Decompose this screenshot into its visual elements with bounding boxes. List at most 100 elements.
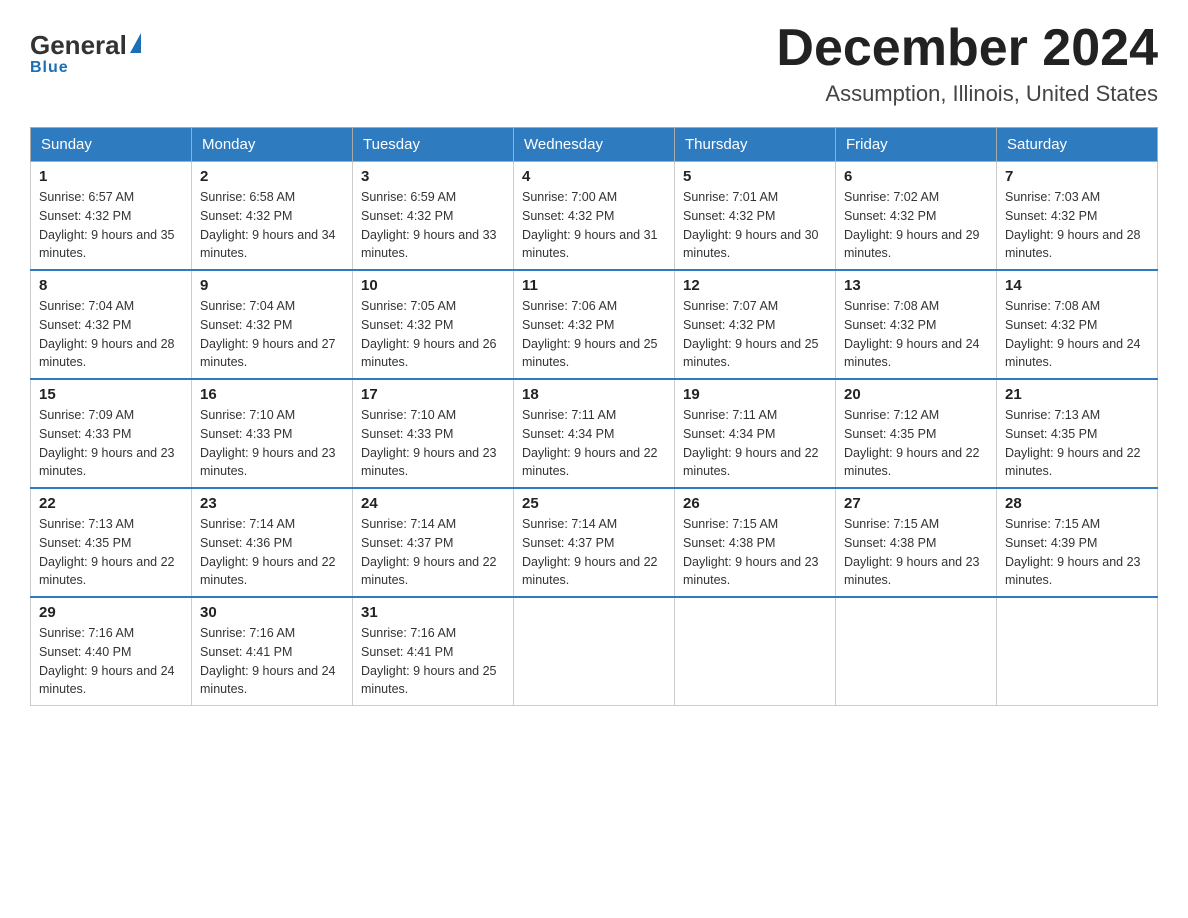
day-info: Sunrise: 7:14 AM Sunset: 4:36 PM Dayligh… xyxy=(200,515,344,590)
calendar-cell: 3 Sunrise: 6:59 AM Sunset: 4:32 PM Dayli… xyxy=(353,162,514,271)
calendar-cell: 2 Sunrise: 6:58 AM Sunset: 4:32 PM Dayli… xyxy=(192,162,353,271)
day-info: Sunrise: 7:12 AM Sunset: 4:35 PM Dayligh… xyxy=(844,406,988,481)
calendar-cell: 24 Sunrise: 7:14 AM Sunset: 4:37 PM Dayl… xyxy=(353,488,514,597)
day-info: Sunrise: 7:15 AM Sunset: 4:38 PM Dayligh… xyxy=(844,515,988,590)
weekday-header-wednesday: Wednesday xyxy=(514,128,675,162)
calendar-week-row: 29 Sunrise: 7:16 AM Sunset: 4:40 PM Dayl… xyxy=(31,597,1158,706)
day-info: Sunrise: 7:16 AM Sunset: 4:40 PM Dayligh… xyxy=(39,624,183,699)
day-info: Sunrise: 7:06 AM Sunset: 4:32 PM Dayligh… xyxy=(522,297,666,372)
day-info: Sunrise: 7:08 AM Sunset: 4:32 PM Dayligh… xyxy=(844,297,988,372)
day-number: 2 xyxy=(200,168,344,185)
day-number: 21 xyxy=(1005,386,1149,403)
calendar-cell xyxy=(514,597,675,706)
calendar-cell: 30 Sunrise: 7:16 AM Sunset: 4:41 PM Dayl… xyxy=(192,597,353,706)
calendar-cell: 19 Sunrise: 7:11 AM Sunset: 4:34 PM Dayl… xyxy=(675,379,836,488)
location: Assumption, Illinois, United States xyxy=(776,81,1158,107)
calendar-cell: 14 Sunrise: 7:08 AM Sunset: 4:32 PM Dayl… xyxy=(997,270,1158,379)
weekday-header-sunday: Sunday xyxy=(31,128,192,162)
day-number: 16 xyxy=(200,386,344,403)
calendar-cell: 27 Sunrise: 7:15 AM Sunset: 4:38 PM Dayl… xyxy=(836,488,997,597)
weekday-header-thursday: Thursday xyxy=(675,128,836,162)
day-info: Sunrise: 7:10 AM Sunset: 4:33 PM Dayligh… xyxy=(200,406,344,481)
calendar-cell: 21 Sunrise: 7:13 AM Sunset: 4:35 PM Dayl… xyxy=(997,379,1158,488)
calendar-cell: 6 Sunrise: 7:02 AM Sunset: 4:32 PM Dayli… xyxy=(836,162,997,271)
day-number: 24 xyxy=(361,495,505,512)
calendar-cell: 26 Sunrise: 7:15 AM Sunset: 4:38 PM Dayl… xyxy=(675,488,836,597)
calendar-cell: 28 Sunrise: 7:15 AM Sunset: 4:39 PM Dayl… xyxy=(997,488,1158,597)
day-number: 9 xyxy=(200,277,344,294)
day-info: Sunrise: 7:14 AM Sunset: 4:37 PM Dayligh… xyxy=(361,515,505,590)
calendar-cell xyxy=(836,597,997,706)
day-number: 15 xyxy=(39,386,183,403)
day-info: Sunrise: 7:14 AM Sunset: 4:37 PM Dayligh… xyxy=(522,515,666,590)
weekday-header-monday: Monday xyxy=(192,128,353,162)
day-number: 12 xyxy=(683,277,827,294)
day-number: 4 xyxy=(522,168,666,185)
day-info: Sunrise: 7:11 AM Sunset: 4:34 PM Dayligh… xyxy=(683,406,827,481)
weekday-header-saturday: Saturday xyxy=(997,128,1158,162)
calendar-week-row: 22 Sunrise: 7:13 AM Sunset: 4:35 PM Dayl… xyxy=(31,488,1158,597)
calendar-cell xyxy=(675,597,836,706)
day-info: Sunrise: 7:05 AM Sunset: 4:32 PM Dayligh… xyxy=(361,297,505,372)
calendar-cell: 25 Sunrise: 7:14 AM Sunset: 4:37 PM Dayl… xyxy=(514,488,675,597)
day-info: Sunrise: 7:13 AM Sunset: 4:35 PM Dayligh… xyxy=(39,515,183,590)
day-info: Sunrise: 7:01 AM Sunset: 4:32 PM Dayligh… xyxy=(683,188,827,263)
month-title: December 2024 xyxy=(776,20,1158,77)
day-number: 7 xyxy=(1005,168,1149,185)
calendar-week-row: 8 Sunrise: 7:04 AM Sunset: 4:32 PM Dayli… xyxy=(31,270,1158,379)
day-info: Sunrise: 6:59 AM Sunset: 4:32 PM Dayligh… xyxy=(361,188,505,263)
calendar-cell: 17 Sunrise: 7:10 AM Sunset: 4:33 PM Dayl… xyxy=(353,379,514,488)
day-info: Sunrise: 6:58 AM Sunset: 4:32 PM Dayligh… xyxy=(200,188,344,263)
weekday-header-row: SundayMondayTuesdayWednesdayThursdayFrid… xyxy=(31,128,1158,162)
day-info: Sunrise: 7:13 AM Sunset: 4:35 PM Dayligh… xyxy=(1005,406,1149,481)
header: General Blue December 2024 Assumption, I… xyxy=(30,20,1158,107)
calendar-cell: 20 Sunrise: 7:12 AM Sunset: 4:35 PM Dayl… xyxy=(836,379,997,488)
day-number: 19 xyxy=(683,386,827,403)
day-info: Sunrise: 7:11 AM Sunset: 4:34 PM Dayligh… xyxy=(522,406,666,481)
calendar-cell: 16 Sunrise: 7:10 AM Sunset: 4:33 PM Dayl… xyxy=(192,379,353,488)
day-info: Sunrise: 7:16 AM Sunset: 4:41 PM Dayligh… xyxy=(200,624,344,699)
day-number: 17 xyxy=(361,386,505,403)
day-number: 23 xyxy=(200,495,344,512)
day-number: 11 xyxy=(522,277,666,294)
calendar-cell: 22 Sunrise: 7:13 AM Sunset: 4:35 PM Dayl… xyxy=(31,488,192,597)
day-info: Sunrise: 7:15 AM Sunset: 4:39 PM Dayligh… xyxy=(1005,515,1149,590)
logo: General Blue xyxy=(30,20,141,77)
logo-blue: Blue xyxy=(30,59,69,77)
calendar-week-row: 1 Sunrise: 6:57 AM Sunset: 4:32 PM Dayli… xyxy=(31,162,1158,271)
weekday-header-tuesday: Tuesday xyxy=(353,128,514,162)
calendar-cell: 11 Sunrise: 7:06 AM Sunset: 4:32 PM Dayl… xyxy=(514,270,675,379)
calendar-cell: 12 Sunrise: 7:07 AM Sunset: 4:32 PM Dayl… xyxy=(675,270,836,379)
calendar-table: SundayMondayTuesdayWednesdayThursdayFrid… xyxy=(30,127,1158,706)
calendar-cell: 29 Sunrise: 7:16 AM Sunset: 4:40 PM Dayl… xyxy=(31,597,192,706)
day-number: 5 xyxy=(683,168,827,185)
day-number: 22 xyxy=(39,495,183,512)
day-number: 6 xyxy=(844,168,988,185)
day-info: Sunrise: 7:00 AM Sunset: 4:32 PM Dayligh… xyxy=(522,188,666,263)
day-info: Sunrise: 7:03 AM Sunset: 4:32 PM Dayligh… xyxy=(1005,188,1149,263)
weekday-header-friday: Friday xyxy=(836,128,997,162)
calendar-cell: 7 Sunrise: 7:03 AM Sunset: 4:32 PM Dayli… xyxy=(997,162,1158,271)
day-number: 8 xyxy=(39,277,183,294)
calendar-cell: 10 Sunrise: 7:05 AM Sunset: 4:32 PM Dayl… xyxy=(353,270,514,379)
calendar-week-row: 15 Sunrise: 7:09 AM Sunset: 4:33 PM Dayl… xyxy=(31,379,1158,488)
calendar-cell: 4 Sunrise: 7:00 AM Sunset: 4:32 PM Dayli… xyxy=(514,162,675,271)
day-number: 13 xyxy=(844,277,988,294)
day-number: 31 xyxy=(361,604,505,621)
calendar-cell: 18 Sunrise: 7:11 AM Sunset: 4:34 PM Dayl… xyxy=(514,379,675,488)
day-number: 14 xyxy=(1005,277,1149,294)
calendar-cell: 15 Sunrise: 7:09 AM Sunset: 4:33 PM Dayl… xyxy=(31,379,192,488)
day-number: 10 xyxy=(361,277,505,294)
day-number: 26 xyxy=(683,495,827,512)
day-info: Sunrise: 7:16 AM Sunset: 4:41 PM Dayligh… xyxy=(361,624,505,699)
calendar-cell: 31 Sunrise: 7:16 AM Sunset: 4:41 PM Dayl… xyxy=(353,597,514,706)
calendar-cell xyxy=(997,597,1158,706)
calendar-cell: 5 Sunrise: 7:01 AM Sunset: 4:32 PM Dayli… xyxy=(675,162,836,271)
day-info: Sunrise: 7:15 AM Sunset: 4:38 PM Dayligh… xyxy=(683,515,827,590)
day-info: Sunrise: 7:10 AM Sunset: 4:33 PM Dayligh… xyxy=(361,406,505,481)
day-info: Sunrise: 7:08 AM Sunset: 4:32 PM Dayligh… xyxy=(1005,297,1149,372)
logo-general: General xyxy=(30,30,127,61)
day-number: 25 xyxy=(522,495,666,512)
calendar-cell: 23 Sunrise: 7:14 AM Sunset: 4:36 PM Dayl… xyxy=(192,488,353,597)
day-number: 20 xyxy=(844,386,988,403)
